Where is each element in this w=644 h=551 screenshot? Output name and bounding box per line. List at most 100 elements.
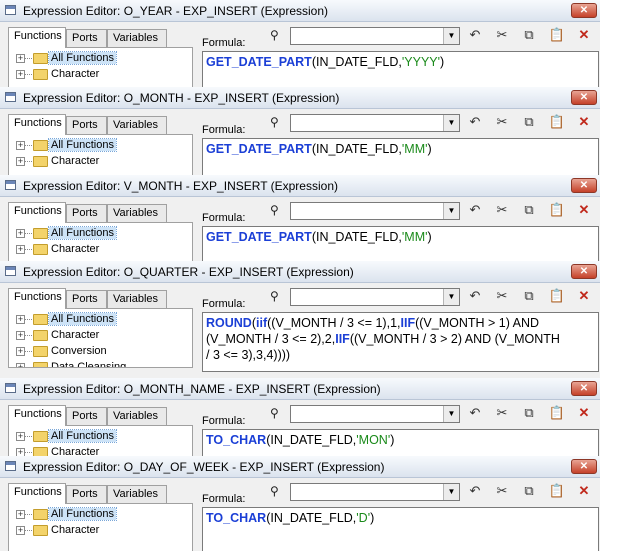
delete-icon[interactable]: ✕ (575, 26, 593, 44)
close-button[interactable]: ✕ (571, 264, 597, 279)
tab-ports[interactable]: Ports (66, 204, 107, 222)
tab-variables[interactable]: Variables (107, 29, 167, 47)
tab-variables[interactable]: Variables (107, 290, 167, 308)
tab-variables[interactable]: Variables (107, 116, 167, 134)
paste-icon[interactable]: 📋 (548, 404, 566, 422)
search-combo[interactable]: ▼ (290, 483, 460, 501)
close-button[interactable]: ✕ (571, 381, 597, 396)
delete-icon[interactable]: ✕ (575, 482, 593, 500)
tab-functions[interactable]: Functions (8, 483, 66, 504)
expand-icon[interactable]: + (16, 245, 25, 254)
expand-icon[interactable]: + (16, 432, 25, 441)
tab-variables[interactable]: Variables (107, 407, 167, 425)
tab-functions[interactable]: Functions (8, 405, 66, 426)
title-bar[interactable]: Expression Editor: O_DAY_OF_WEEK - EXP_I… (0, 456, 600, 478)
binoculars-icon[interactable]: ⚲ (270, 28, 279, 42)
close-button[interactable]: ✕ (571, 3, 597, 18)
expand-icon[interactable]: + (16, 363, 25, 367)
formula-text[interactable]: GET_DATE_PART(IN_DATE_FLD,'MM') (206, 141, 580, 157)
cut-icon[interactable]: ✂ (493, 201, 511, 219)
copy-icon[interactable]: ⧉ (520, 113, 538, 131)
formula-editor[interactable]: TO_CHAR(IN_DATE_FLD,'MON') (202, 429, 599, 456)
expand-icon[interactable]: + (16, 229, 25, 238)
title-bar[interactable]: Expression Editor: V_MONTH - EXP_INSERT … (0, 175, 600, 197)
formula-editor[interactable]: GET_DATE_PART(IN_DATE_FLD,'MM') (202, 138, 599, 175)
expand-icon[interactable]: + (16, 141, 25, 150)
undo-icon[interactable]: ↶ (466, 113, 484, 131)
function-tree[interactable]: + All Functions + Character (8, 134, 193, 175)
delete-icon[interactable]: ✕ (575, 404, 593, 422)
expand-icon[interactable]: + (16, 510, 25, 519)
undo-icon[interactable]: ↶ (466, 26, 484, 44)
copy-icon[interactable]: ⧉ (520, 482, 538, 500)
formula-text[interactable]: TO_CHAR(IN_DATE_FLD,'D') (206, 510, 580, 526)
binoculars-icon[interactable]: ⚲ (270, 484, 279, 498)
tab-functions[interactable]: Functions (8, 114, 66, 135)
function-tree[interactable]: + All Functions + Character (8, 503, 193, 551)
cut-icon[interactable]: ✂ (493, 482, 511, 500)
search-combo[interactable]: ▼ (290, 202, 460, 220)
copy-icon[interactable]: ⧉ (520, 201, 538, 219)
function-tree[interactable]: + All Functions + Character (8, 425, 193, 456)
tab-ports[interactable]: Ports (66, 290, 107, 308)
paste-icon[interactable]: 📋 (548, 287, 566, 305)
tab-ports[interactable]: Ports (66, 407, 107, 425)
paste-icon[interactable]: 📋 (548, 482, 566, 500)
formula-text[interactable]: GET_DATE_PART(IN_DATE_FLD,'YYYY') (206, 54, 580, 70)
expand-icon[interactable]: + (16, 448, 25, 456)
copy-icon[interactable]: ⧉ (520, 287, 538, 305)
formula-editor[interactable]: TO_CHAR(IN_DATE_FLD,'D') (202, 507, 599, 551)
formula-editor[interactable]: GET_DATE_PART(IN_DATE_FLD,'MM') (202, 226, 599, 261)
chevron-down-icon[interactable]: ▼ (443, 203, 459, 219)
search-combo[interactable]: ▼ (290, 27, 460, 45)
cut-icon[interactable]: ✂ (493, 113, 511, 131)
chevron-down-icon[interactable]: ▼ (443, 406, 459, 422)
undo-icon[interactable]: ↶ (466, 201, 484, 219)
search-combo[interactable]: ▼ (290, 114, 460, 132)
undo-icon[interactable]: ↶ (466, 404, 484, 422)
expand-icon[interactable]: + (16, 315, 25, 324)
formula-editor[interactable]: ROUND(iif((V_MONTH / 3 <= 1),1,IIF((V_MO… (202, 312, 599, 372)
cut-icon[interactable]: ✂ (493, 404, 511, 422)
expand-icon[interactable]: + (16, 70, 25, 79)
chevron-down-icon[interactable]: ▼ (443, 484, 459, 500)
copy-icon[interactable]: ⧉ (520, 404, 538, 422)
title-bar[interactable]: Expression Editor: O_QUARTER - EXP_INSER… (0, 261, 600, 283)
paste-icon[interactable]: 📋 (548, 201, 566, 219)
tab-variables[interactable]: Variables (107, 485, 167, 503)
undo-icon[interactable]: ↶ (466, 482, 484, 500)
expand-icon[interactable]: + (16, 347, 25, 356)
undo-icon[interactable]: ↶ (466, 287, 484, 305)
cut-icon[interactable]: ✂ (493, 26, 511, 44)
binoculars-icon[interactable]: ⚲ (270, 406, 279, 420)
delete-icon[interactable]: ✕ (575, 201, 593, 219)
expand-icon[interactable]: + (16, 331, 25, 340)
function-tree[interactable]: + All Functions + Character (8, 47, 193, 87)
formula-text[interactable]: GET_DATE_PART(IN_DATE_FLD,'MM') (206, 229, 580, 245)
paste-icon[interactable]: 📋 (548, 26, 566, 44)
tab-functions[interactable]: Functions (8, 288, 66, 309)
title-bar[interactable]: Expression Editor: O_MONTH_NAME - EXP_IN… (0, 378, 600, 400)
close-button[interactable]: ✕ (571, 459, 597, 474)
formula-text[interactable]: ROUND(iif((V_MONTH / 3 <= 1),1,IIF((V_MO… (206, 315, 580, 363)
paste-icon[interactable]: 📋 (548, 113, 566, 131)
cut-icon[interactable]: ✂ (493, 287, 511, 305)
title-bar[interactable]: Expression Editor: O_YEAR - EXP_INSERT (… (0, 0, 600, 22)
expand-icon[interactable]: + (16, 157, 25, 166)
binoculars-icon[interactable]: ⚲ (270, 115, 279, 129)
chevron-down-icon[interactable]: ▼ (443, 115, 459, 131)
formula-text[interactable]: TO_CHAR(IN_DATE_FLD,'MON') (206, 432, 580, 448)
close-button[interactable]: ✕ (571, 90, 597, 105)
function-tree[interactable]: + All Functions + Character + Conversion + Data… (8, 308, 193, 368)
delete-icon[interactable]: ✕ (575, 113, 593, 131)
chevron-down-icon[interactable]: ▼ (443, 28, 459, 44)
expand-icon[interactable]: + (16, 54, 25, 63)
search-combo[interactable]: ▼ (290, 405, 460, 423)
search-combo[interactable]: ▼ (290, 288, 460, 306)
function-tree[interactable]: + All Functions + Character (8, 222, 193, 261)
tab-functions[interactable]: Functions (8, 27, 66, 48)
tab-variables[interactable]: Variables (107, 204, 167, 222)
tab-ports[interactable]: Ports (66, 29, 107, 47)
tab-functions[interactable]: Functions (8, 202, 66, 223)
chevron-down-icon[interactable]: ▼ (443, 289, 459, 305)
